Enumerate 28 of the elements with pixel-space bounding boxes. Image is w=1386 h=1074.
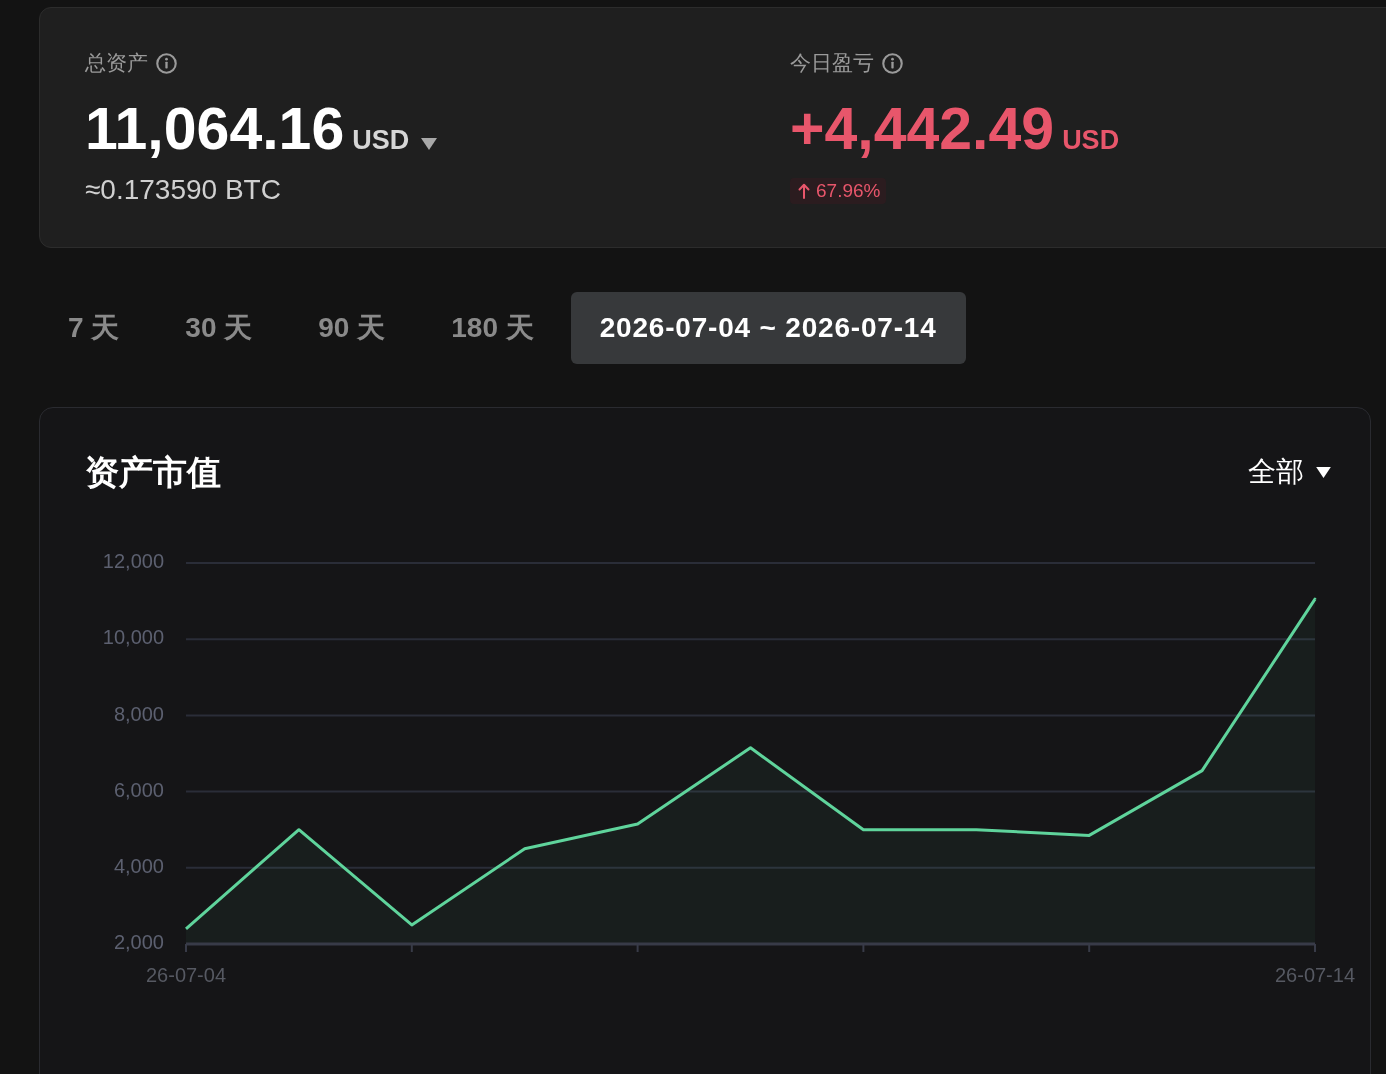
- caret-icon: [1316, 466, 1331, 478]
- y-axis-label: 8,000: [113, 702, 164, 725]
- y-axis-label: 10,000: [102, 626, 164, 649]
- currency-label: USD: [1062, 127, 1120, 154]
- currency-selector[interactable]: USD: [352, 127, 438, 154]
- caret-icon: [421, 137, 438, 150]
- y-axis-label: 6,000: [113, 778, 164, 801]
- percent-change-text: 67.96%: [816, 180, 881, 202]
- btc-equivalent: ≈0.173590 BTC: [85, 176, 281, 204]
- filter-dropdown[interactable]: 全部: [1248, 458, 1331, 486]
- range-tab[interactable]: 2026-07-04 ~ 2026-07-14: [570, 292, 966, 364]
- chart-title: 资产市值: [85, 452, 221, 493]
- x-axis-label: 26-07-04: [145, 964, 227, 987]
- total-assets-amount: 11,064.16: [85, 100, 345, 159]
- y-axis-label: 12,000: [102, 550, 164, 573]
- y-axis-label: 4,000: [113, 855, 164, 878]
- today-pnl-amount: +4,442.49: [790, 100, 1055, 159]
- range-tab[interactable]: 90 天: [289, 292, 415, 364]
- y-axis-label: 2,000: [113, 931, 164, 954]
- today-pnl-label: 今日盈亏: [790, 51, 874, 75]
- range-tab[interactable]: 7 天: [39, 292, 149, 364]
- range-tab[interactable]: 30 天: [156, 292, 282, 364]
- total-assets-label: 总资产: [85, 51, 148, 75]
- range-tab[interactable]: 180 天: [422, 292, 563, 364]
- arrow-up-icon: [798, 183, 810, 199]
- info-icon[interactable]: [882, 52, 903, 74]
- x-axis-label: 26-07-14: [1274, 964, 1356, 987]
- info-icon[interactable]: [156, 52, 177, 74]
